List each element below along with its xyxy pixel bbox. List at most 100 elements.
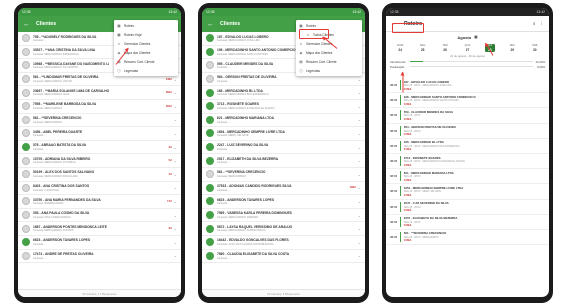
chevron-down-icon[interactable]: ⌄	[174, 240, 177, 245]
more-vert-icon[interactable]: ⋮	[540, 21, 545, 27]
chevron-down-icon[interactable]: ⌄	[174, 104, 177, 109]
day-cell[interactable]: SÁB 30	[530, 44, 540, 52]
chevron-down-icon[interactable]: ⌄	[174, 213, 177, 218]
search-icon[interactable]: ⌕	[533, 21, 536, 26]
menu-item[interactable]: ▤ Resumo Cart. Cliente	[114, 57, 178, 66]
visit-row[interactable]: 08:00 166 - MERCADINHO BL LTDA SEG 25 - 08…	[386, 139, 549, 154]
client-row[interactable]: 166 - MERCADINHO BL LTDA Fantasia: MERCAD…	[202, 86, 365, 100]
chevron-down-icon[interactable]: ⌄	[174, 90, 177, 95]
client-row[interactable]: 1654 - MERCADINHO SEMPRE LIVRE LTDA Fanta…	[202, 127, 365, 141]
menu-item[interactable]: ⓘ Legendas	[296, 66, 362, 75]
visit-row[interactable]: 08:00 196 - MERCADINHO SANTO ANTONIO COME…	[386, 93, 549, 109]
visit-row[interactable]: 08:00 561 - **SEVERINA CRECENCIO SEG 25 - …	[386, 230, 549, 246]
avatar	[22, 34, 30, 43]
calendar-icon[interactable]: ▦	[474, 35, 477, 39]
month-selector[interactable]: Agosto ▦	[386, 32, 549, 42]
day-number: 24	[398, 47, 402, 52]
chevron-down-icon[interactable]: ⌄	[174, 158, 177, 163]
visit-row[interactable]: 08:00 1654 - MERCADINHO SEMPRE LIVRE LTDA…	[386, 184, 549, 200]
visit-row[interactable]: 08:00 564 - GERSON FREITAS DE OLIVEIRA SEG…	[386, 124, 549, 139]
avatar	[206, 238, 214, 247]
client-row[interactable]: 561 - **SEVERINA CRECENCIO Fantasia: MERC…	[18, 114, 181, 128]
stat-row: Positivação 0,00%	[390, 64, 545, 69]
chevron-down-icon[interactable]: ⌄	[174, 253, 177, 258]
client-row[interactable]: 7598 - **MARILENE BARBOSA DA SILVA Fantas…	[18, 100, 181, 114]
client-row[interactable]: 6623 - ANDERSON TAVARES LOPES Fantasia: .…	[18, 236, 181, 250]
menu-item-label: Resumo Cart. Cliente	[306, 59, 337, 64]
chevron-down-icon[interactable]: ⌄	[358, 253, 361, 258]
client-row[interactable]: 7660 - CLAUDIA ELISABETE DA SILVA COSTA F…	[202, 250, 365, 264]
day-cell[interactable]: QUA 27	[462, 44, 472, 52]
client-fantasia: Fantasia: ...	[217, 188, 231, 192]
day-cell[interactable]: SEX 29	[507, 44, 517, 52]
chevron-down-icon[interactable]: ⌄	[358, 185, 361, 190]
chevron-down-icon[interactable]: ⌄	[174, 131, 177, 136]
client-fantasia: Fantasia: O ENXOVAL	[33, 188, 60, 192]
chevron-down-icon[interactable]: ⌄	[358, 131, 361, 136]
day-cell[interactable]: SEG 25	[418, 44, 428, 52]
client-row[interactable]: 23697 - **MARIA SOLANGE LIMA DE CARVALHO…	[18, 86, 181, 100]
visit-row[interactable]: 08:00 621 - MERCADINHO MARIANA LTDA SEG 25…	[386, 169, 549, 185]
back-arrow-icon[interactable]: ←	[207, 21, 214, 28]
client-row[interactable]: 1687 - ANDERSON PONTES MENDONCA LEITE Fan…	[18, 222, 181, 236]
menu-item[interactable]: ☺ Gerenciar Clientes	[114, 39, 178, 48]
chevron-down-icon[interactable]: ⌄	[174, 172, 177, 177]
chevron-down-icon[interactable]: ⌄	[174, 117, 177, 122]
chevron-down-icon[interactable]: ⌄	[174, 77, 177, 82]
client-row[interactable]: 2517 - ELIZABETH DA SILVA BEZERRA Fantasi…	[202, 154, 365, 168]
chevron-down-icon[interactable]: ⌄	[174, 145, 177, 150]
chevron-down-icon[interactable]: ⌄	[358, 199, 361, 204]
day-cell[interactable]: TER 26	[440, 44, 450, 52]
chevron-down-icon[interactable]: ⌄	[174, 199, 177, 204]
client-row[interactable]: 621 - MERCADINHO MARIANA LTDA Fantasia: .…	[202, 114, 365, 128]
chevron-down-icon[interactable]: ⌄	[358, 77, 361, 82]
client-row[interactable]: 17474 - ANDRE DE FREITAS OLIVEIRA Fantasi…	[18, 250, 181, 264]
stat-progress-bar	[410, 60, 533, 63]
client-row[interactable]: 3713 - ROSINETE SOARES Fantasia: MERCADIN…	[202, 100, 365, 114]
visit-row[interactable]: 08:00 2247 - LUIZ SEVERINO DA SILVA SEG 25…	[386, 200, 549, 215]
avatar	[22, 61, 30, 70]
chevron-down-icon[interactable]: ⌄	[358, 145, 361, 150]
visit-row[interactable]: 08:00 559 - CLAUDEIR MENDES DA SILVA SEG 2…	[386, 108, 549, 124]
chevron-down-icon[interactable]: ⌄	[358, 158, 361, 163]
back-arrow-icon[interactable]: ←	[23, 21, 30, 28]
chevron-down-icon[interactable]: ⌄	[358, 226, 361, 231]
visit-row[interactable]: 08:00 2207 - ELIZABETH DA SILVA BEZERRA SE…	[386, 215, 549, 230]
client-row[interactable]: 33750 - ANA MARIA FERNANDES DA SILVA Fant…	[18, 195, 181, 209]
menu-item[interactable]: ◈ Mapa dos Clientes	[296, 48, 362, 57]
menu-item[interactable]: ▤ Resumo Cart. Cliente	[296, 57, 362, 66]
chevron-down-icon[interactable]: ⌄	[174, 226, 177, 231]
client-row[interactable]: 353 - ANA PAULA COSMO DA SILVA Fantasia: …	[18, 209, 181, 223]
client-row[interactable]: 5872 - LAYSA RAQUEL VERISSIMO DE ARAUJO F…	[202, 222, 365, 236]
client-row[interactable]: 7569 - VANESSA KARLA PEREIRA DOMINGUES Fa…	[202, 209, 365, 223]
chevron-down-icon[interactable]: ⌄	[358, 104, 361, 109]
visit-row[interactable]: 08:00 187 - EDVALDO LUCAS LOBERO SEG 25 - …	[386, 78, 549, 94]
client-text: 7598 - **MARILENE BARBOSA DA SILVA Fantas…	[33, 102, 164, 110]
client-row[interactable]: 50199 - ALEX DOS SANTOS SALVIANO Fantasia…	[18, 168, 181, 182]
client-name: 3713 - ROSINETE SOARES	[217, 102, 259, 107]
client-row[interactable]: 10705 - ADRIANA DA SILVA RIBEIRO Fantasia…	[18, 154, 181, 168]
client-row[interactable]: 2247 - LUIZ SEVERINO DA SILVA Fantasia: .…	[202, 141, 365, 155]
client-row[interactable]: 6623 - ANDERSON TAVARES LOPES Fantasia: .…	[202, 195, 365, 209]
client-row[interactable]: 3456 - ABEL PEREIRA DUARTE Fantasia: ... ⌄	[18, 127, 181, 141]
client-name: 5872 - LAYSA RAQUEL VERISSIMO DE ARAUJO	[217, 224, 293, 229]
chevron-down-icon[interactable]: ⌄	[174, 185, 177, 190]
visit-client-name: 2247 - LUIZ SEVERINO DA SILVA	[403, 201, 449, 206]
client-row[interactable]: 37533 - ADONIAS CANDIDO RODRIGUES SILVA F…	[202, 182, 365, 196]
client-row[interactable]: 16442 - EDVALDO GONCALVES DAS FLORES Fant…	[202, 236, 365, 250]
visit-row[interactable]: 08:00 3713 - ROSINETE SOARES SEG 25 - 08:0…	[386, 154, 549, 170]
client-row[interactable]: 578 - ABRAAO BATISTA DA SILVA Fantasia: .…	[18, 141, 181, 155]
chevron-down-icon[interactable]: ⌄	[358, 172, 361, 177]
menu-item[interactable]: ⓘ Legendas	[114, 66, 178, 75]
menu-item[interactable]: ▦ Roteiro	[114, 21, 178, 30]
chevron-down-icon[interactable]: ⌄	[358, 117, 361, 122]
avatar	[22, 170, 30, 179]
day-cell[interactable]: DOM 24	[395, 44, 405, 52]
chevron-down-icon[interactable]: ⌄	[358, 213, 361, 218]
chevron-down-icon[interactable]: ⌄	[358, 90, 361, 95]
visit-text: 561 - **SEVERINA CRECENCIO SEG 25 - 08:00…	[404, 231, 545, 242]
client-row[interactable]: 8403 - ANA CRISTINA DOS SANTOS Fantasia: …	[18, 182, 181, 196]
chevron-down-icon[interactable]: ⌄	[358, 240, 361, 245]
menu-item[interactable]: ▦ Roteiro Hoje	[114, 30, 178, 39]
client-row[interactable]: 561 - **SEVERINA CRECENCIO Fantasia: MERC…	[202, 168, 365, 182]
